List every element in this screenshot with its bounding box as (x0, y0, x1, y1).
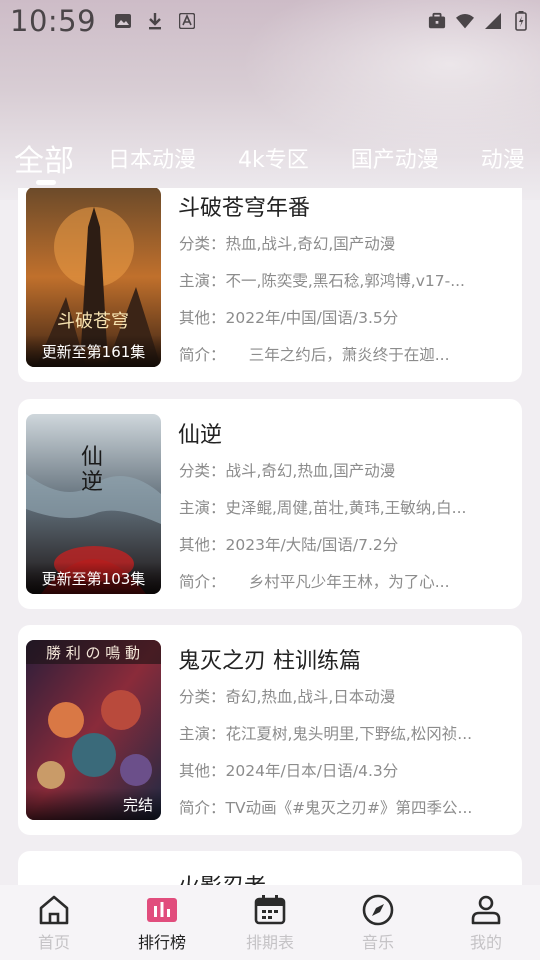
chart-icon (145, 893, 179, 927)
tab-chinese-anime[interactable]: 国产动漫 (351, 142, 439, 174)
svg-text:斗破苍穹: 斗破苍穹 (57, 311, 129, 332)
calendar-icon (253, 893, 287, 927)
home-icon (37, 893, 71, 927)
item-other: 其他：2022年/中国/国语/3.5分 (179, 309, 399, 327)
item-intro: 简介： 乡村平凡少年王林，为了心... (179, 573, 450, 591)
item-cast: 主演：花江夏树,鬼头明里,下野纮,松冈祯... (179, 725, 473, 743)
wifi-icon (456, 12, 474, 30)
nav-home[interactable]: 首页 (4, 893, 104, 953)
tab-indicator (36, 180, 56, 185)
item-title[interactable]: 鬼灭之刃 柱训练篇 (178, 643, 361, 675)
svg-text:仙: 仙 (81, 445, 103, 470)
poster-image[interactable]: 仙 逆 更新至第103集 (26, 414, 161, 594)
poster-image[interactable]: 勝 利 の 鳴 動 完结 (26, 640, 161, 820)
compass-icon (361, 893, 395, 927)
tab-4k[interactable]: 4k专区 (238, 142, 309, 174)
nav-schedule-label: 排期表 (245, 932, 294, 952)
list-item[interactable]: 勝 利 の 鳴 動 完结 鬼灭之刃 柱训练篇 分类：奇幻,热血,战斗,日本动漫 … (18, 625, 522, 835)
item-cast: 主演：史泽鲲,周健,苗壮,黄玮,王敏纳,白... (179, 499, 467, 517)
item-title[interactable]: 斗破苍穹年番 (178, 190, 310, 222)
font-icon (178, 12, 196, 30)
nav-music[interactable]: 音乐 (328, 893, 428, 953)
svg-text:勝 利 の 鳴 動: 勝 利 の 鳴 動 (46, 644, 140, 662)
item-title[interactable]: 火影忍者 (178, 869, 266, 885)
tab-all[interactable]: 全部 (14, 136, 74, 180)
status-time: 10:59 (10, 4, 97, 38)
episode-badge: 更新至第161集 (26, 335, 161, 367)
nav-mine[interactable]: 我的 (436, 893, 536, 953)
item-cast: 主演：不一,陈奕雯,黑石稔,郭鸿博,v17-... (179, 272, 465, 290)
list-item[interactable]: 斗破苍穹 更新至第161集 斗破苍穹年番 分类：热血,战斗,奇幻,国产动漫 主演… (18, 188, 522, 382)
nav-home-label: 首页 (37, 932, 70, 952)
battery-icon (512, 11, 530, 31)
category-tabs: 全部 日本动漫 4k专区 国产动漫 动漫 (0, 128, 540, 188)
nav-music-label: 音乐 (361, 932, 394, 952)
tab-anime[interactable]: 动漫 (481, 142, 525, 174)
item-other: 其他：2024年/日本/日语/4.3分 (179, 762, 399, 780)
item-intro: 简介： 三年之约后，萧炎终于在迦... (179, 346, 450, 364)
svg-text:逆: 逆 (81, 470, 103, 495)
episode-badge: 更新至第103集 (26, 562, 161, 594)
signal-icon (484, 12, 502, 30)
status-badge: 完结 (26, 788, 161, 820)
item-category: 分类：奇幻,热血,战斗,日本动漫 (179, 688, 396, 706)
bottom-nav: 首页 排行榜 排期表 音乐 我的 (0, 885, 540, 960)
nav-schedule[interactable]: 排期表 (220, 893, 320, 953)
status-bar: 10:59 (0, 0, 540, 42)
nav-ranking-label: 排行榜 (137, 932, 186, 952)
item-category: 分类：热血,战斗,奇幻,国产动漫 (179, 235, 396, 253)
poster-image[interactable]: 斗破苍穹 更新至第161集 (26, 188, 161, 367)
tab-japanese-anime[interactable]: 日本动漫 (108, 142, 196, 174)
nav-mine-label: 我的 (469, 932, 502, 952)
item-other: 其他：2023年/大陆/国语/7.2分 (179, 536, 399, 554)
item-title[interactable]: 仙逆 (178, 417, 222, 449)
item-category: 分类：战斗,奇幻,热血,国产动漫 (179, 462, 396, 480)
briefcase-icon (428, 12, 446, 30)
list-item[interactable]: 火影忍者 (18, 851, 522, 885)
nav-ranking[interactable]: 排行榜 (112, 893, 212, 953)
list-item[interactable]: 仙 逆 更新至第103集 仙逆 分类：战斗,奇幻,热血,国产动漫 主演：史泽鲲,… (18, 399, 522, 609)
image-icon (114, 12, 132, 30)
item-intro: 简介：TV动画《#鬼灭之刃#》第四季公... (179, 799, 473, 817)
download-icon (146, 12, 164, 30)
anime-list[interactable]: 斗破苍穹 更新至第161集 斗破苍穹年番 分类：热血,战斗,奇幻,国产动漫 主演… (18, 188, 522, 885)
user-icon (469, 893, 503, 927)
